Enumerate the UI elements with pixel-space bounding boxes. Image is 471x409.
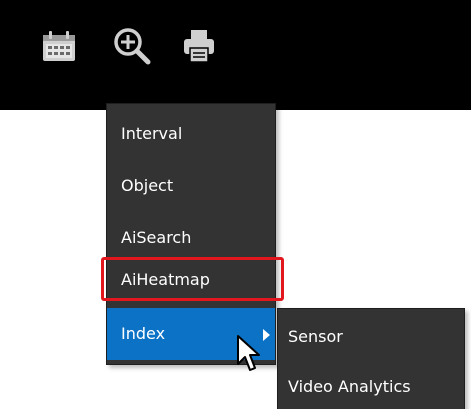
menu-item-label: Interval <box>121 124 183 143</box>
menu-item-aiheatmap[interactable]: AiHeatmap <box>107 254 275 306</box>
context-menu: Interval Object AiSearch AiHeatmap Index <box>106 103 276 365</box>
menu-item-label: AiSearch <box>121 228 192 247</box>
screen: Interval Object AiSearch AiHeatmap Index… <box>0 0 471 409</box>
menu-item-label: Object <box>121 176 174 195</box>
submenu-item-label: Video Analytics <box>288 377 411 396</box>
print-icon <box>184 30 214 63</box>
zoom-icon <box>114 28 151 65</box>
submenu-item-video-analytics[interactable]: Video Analytics <box>278 361 464 409</box>
menu-item-interval[interactable]: Interval <box>107 108 275 160</box>
calendar-button[interactable] <box>40 26 80 66</box>
mouse-pointer-icon <box>236 334 262 374</box>
menu-item-object[interactable]: Object <box>107 160 275 212</box>
submenu-item-sensor[interactable]: Sensor <box>278 311 464 363</box>
zoom-button[interactable] <box>112 26 152 66</box>
submenu: Sensor Video Analytics <box>277 308 465 409</box>
menu-item-label: AiHeatmap <box>121 270 210 289</box>
menu-item-label: Index <box>121 324 166 343</box>
submenu-item-label: Sensor <box>288 327 343 346</box>
calendar-icon <box>43 31 75 61</box>
submenu-arrow-icon <box>263 329 270 341</box>
toolbar <box>0 0 471 110</box>
print-button[interactable] <box>180 26 220 66</box>
